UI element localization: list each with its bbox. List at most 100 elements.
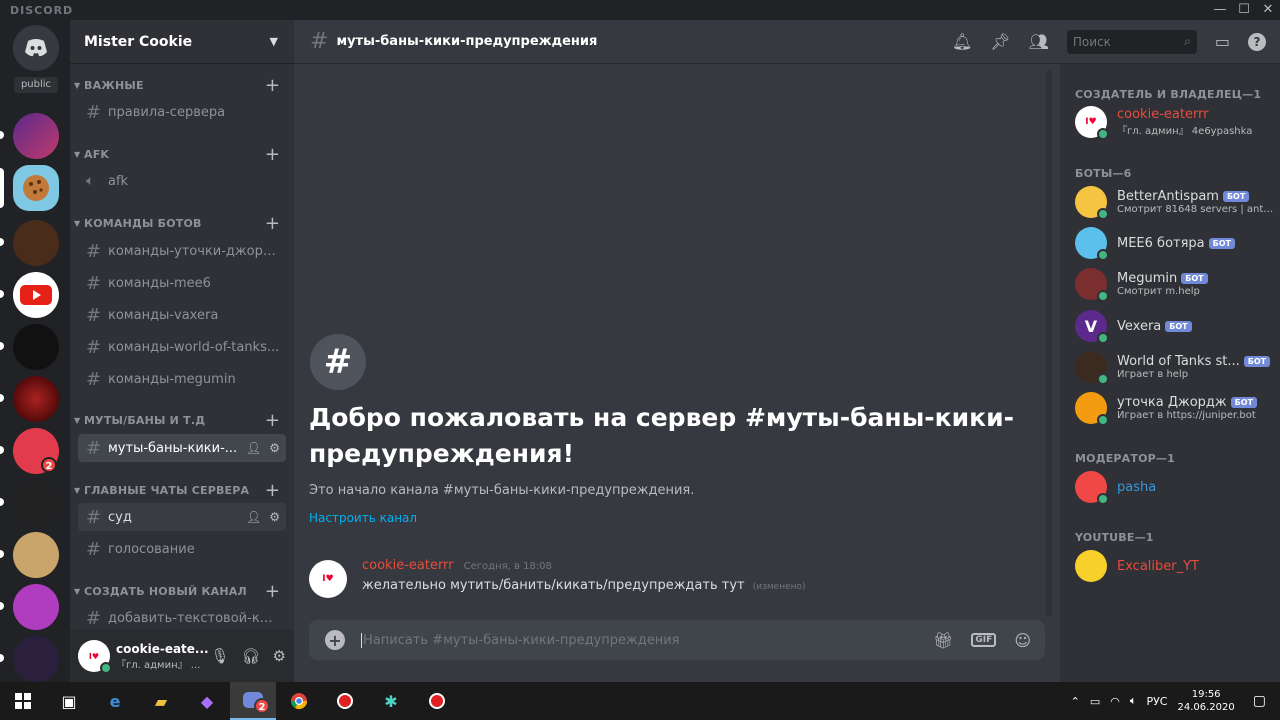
chevron-down-icon: ▼ xyxy=(269,35,278,48)
message-avatar[interactable]: I♥ xyxy=(309,560,347,598)
channel-add-text[interactable]: # добавить-текстовой-ка... xyxy=(78,604,286,632)
category-bot-commands[interactable]: ▼ КОМАНДЫ БОТОВ + xyxy=(70,213,294,234)
unread-pill xyxy=(0,602,4,610)
member-avatar: V xyxy=(1075,310,1109,344)
channel-afk[interactable]: 🔈︎ afk xyxy=(78,167,286,195)
minimize-button[interactable]: — xyxy=(1208,0,1232,20)
category-main-chats[interactable]: ▼ ГЛАВНЫЕ ЧАТЫ СЕРВЕРА + xyxy=(70,480,294,501)
member-item[interactable]: Excaliber_YT xyxy=(1075,546,1275,586)
server-icon-mister-cookie[interactable] xyxy=(13,165,59,211)
app-icon[interactable]: ✱ xyxy=(368,682,414,720)
add-channel-icon[interactable]: + xyxy=(265,75,280,96)
channel-vaxera-commands[interactable]: # команды-vaxera xyxy=(78,301,286,329)
add-channel-icon[interactable]: + xyxy=(265,213,280,234)
message-input[interactable]: + Написать #муты-баны-кики-предупреждени… xyxy=(309,620,1045,660)
channel-court[interactable]: # суд 👤︎ ⚙ xyxy=(78,503,286,531)
server-icon-11[interactable] xyxy=(13,636,59,682)
invite-icon[interactable]: 👤︎ xyxy=(246,441,261,455)
headphones-icon[interactable]: 🎧︎ xyxy=(242,647,261,665)
server-icon-1[interactable] xyxy=(13,113,59,159)
server-icon-10[interactable] xyxy=(13,584,59,630)
volume-icon[interactable]: 🔈︎ xyxy=(1130,694,1137,708)
category-mutes-bans[interactable]: ▼ МУТЫ/БАНЫ И Т.Д + xyxy=(70,410,294,431)
member-item[interactable]: I♥ cookie-eaterrr 『гл. админ』 4е6урashka xyxy=(1075,102,1275,142)
server-icon-5[interactable] xyxy=(13,324,59,370)
hash-icon: # xyxy=(86,607,102,629)
emoji-icon[interactable]: ☺ xyxy=(1014,631,1031,650)
member-item[interactable]: уточка Джордж БОТ Играет в https://juniper… xyxy=(1075,388,1275,428)
recording-icon[interactable] xyxy=(414,682,460,720)
gear-icon[interactable]: ⚙ xyxy=(269,441,280,455)
gift-icon[interactable]: 🎁︎ xyxy=(933,631,953,650)
member-list: СОЗДАТЕЛЬ И ВЛАДЕЛЕЦ—1 I♥ cookie-eaterrr… xyxy=(1060,64,1280,682)
channel-mutes-bans[interactable]: # муты-баны-кики-... 👤︎ ⚙ xyxy=(78,434,286,462)
server-icon-9[interactable] xyxy=(13,532,59,578)
gear-icon[interactable]: ⚙ xyxy=(269,510,280,524)
member-item[interactable]: BetterAntispam БОТ Смотрит 81648 servers |… xyxy=(1075,182,1275,222)
member-name: BetterAntispam xyxy=(1117,189,1219,204)
message-author[interactable]: cookie-eaterrr xyxy=(362,558,454,573)
wifi-icon[interactable]: ◠ xyxy=(1110,695,1120,708)
gear-icon[interactable]: ⚙ xyxy=(273,647,286,665)
category-afk[interactable]: ▼ AFK + xyxy=(70,144,294,165)
member-item[interactable]: pasha xyxy=(1075,467,1275,507)
server-icon-youtube[interactable] xyxy=(13,272,59,318)
member-item[interactable]: MEE6 ботяра БОТ xyxy=(1075,223,1275,263)
channel-voting[interactable]: # голосование xyxy=(78,535,286,563)
category-important[interactable]: ▼ ВАЖНЫЕ + xyxy=(70,75,294,96)
channel-label: команды-world-of-tanks... xyxy=(108,339,280,355)
pin-icon[interactable]: 📌︎ xyxy=(990,32,1010,51)
edit-channel-link[interactable]: Настроить канал xyxy=(309,511,417,525)
member-item[interactable]: World of Tanks st... БОТ Играет в help xyxy=(1075,347,1275,387)
add-channel-icon[interactable]: + xyxy=(265,410,280,431)
search-input[interactable]: Поиск ⌕ xyxy=(1066,29,1197,54)
help-icon[interactable]: ? xyxy=(1248,32,1266,51)
public-label: public xyxy=(14,77,58,93)
clock-date: 24.06.2020 xyxy=(1177,702,1235,713)
notifications-icon[interactable]: ▢ xyxy=(1253,693,1266,709)
member-avatar xyxy=(1075,392,1109,426)
language-indicator[interactable]: РУС xyxy=(1146,695,1167,708)
windows-start-icon[interactable] xyxy=(0,682,46,720)
discord-taskbar-icon[interactable]: 2 xyxy=(230,682,276,720)
task-view-icon[interactable]: ▣ xyxy=(46,682,92,720)
visual-studio-icon[interactable]: ◆ xyxy=(184,682,230,720)
inbox-icon[interactable]: ▭ xyxy=(1215,32,1230,51)
channel-wot-commands[interactable]: # команды-world-of-tanks... xyxy=(78,333,286,361)
chrome-icon[interactable] xyxy=(276,682,322,720)
server-icon-8[interactable] xyxy=(13,480,59,526)
online-status xyxy=(1097,373,1109,385)
scrollbar[interactable] xyxy=(1046,70,1052,616)
server-icon-6[interactable] xyxy=(13,376,59,422)
members-icon[interactable]: 👥︎ xyxy=(1029,32,1049,51)
channel-mee6-commands[interactable]: # команды-mee6 xyxy=(78,269,286,297)
channel-megumin-commands[interactable]: # команды-megumin xyxy=(78,365,286,393)
home-button[interactable] xyxy=(13,25,59,71)
chevron-up-icon[interactable]: ⌃ xyxy=(1071,695,1080,708)
online-status xyxy=(1097,249,1109,261)
battery-icon[interactable]: ▭ xyxy=(1090,695,1100,708)
member-item[interactable]: V Vexera БОТ xyxy=(1075,306,1275,346)
channel-rules[interactable]: # правила-сервера xyxy=(78,98,286,126)
maximize-button[interactable]: ☐ xyxy=(1232,0,1256,20)
add-channel-icon[interactable]: + xyxy=(265,144,280,165)
category-create-channel[interactable]: ▼ СОЗДАТЬ НОВЫЙ КАНАЛ + xyxy=(70,581,294,602)
clock[interactable]: 19:56 24.06.2020 xyxy=(1178,688,1235,714)
folder-icon[interactable]: ▰ xyxy=(138,682,184,720)
member-item[interactable]: Megumin БОТ Смотрит m.help xyxy=(1075,264,1275,304)
channel-duck-commands[interactable]: # команды-уточки-джордж... xyxy=(78,237,286,265)
chat-header: # муты-баны-кики-предупреждения 🔔︎ 📌︎ 👥︎… xyxy=(294,20,1280,64)
add-attachment-icon[interactable]: + xyxy=(325,630,345,650)
gif-button[interactable]: GIF xyxy=(971,633,997,647)
bell-icon[interactable]: 🔔︎ xyxy=(952,32,972,51)
user-avatar[interactable]: I♥ xyxy=(78,640,112,674)
edge-icon[interactable]: e xyxy=(92,682,138,720)
microphone-icon[interactable]: 🎙︎ xyxy=(210,647,229,665)
record-icon[interactable] xyxy=(322,682,368,720)
server-icon-3[interactable] xyxy=(13,220,59,266)
server-header[interactable]: Mister Cookie ▼ xyxy=(70,20,294,64)
add-channel-icon[interactable]: + xyxy=(265,581,280,602)
add-channel-icon[interactable]: + xyxy=(265,480,280,501)
invite-icon[interactable]: 👤︎ xyxy=(246,510,261,524)
close-button[interactable]: ✕ xyxy=(1256,0,1280,20)
